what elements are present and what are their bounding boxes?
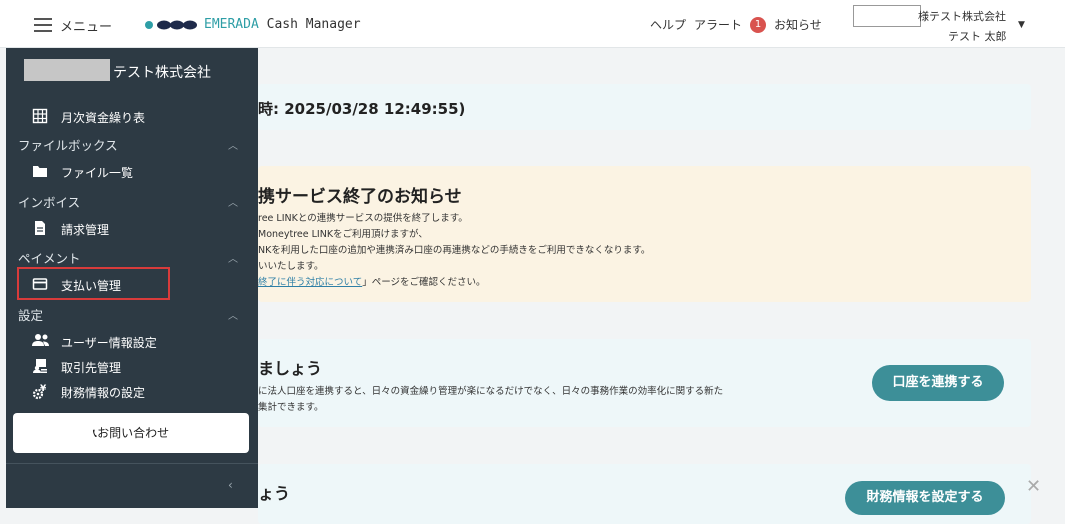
contact-button[interactable]: 📞︎お問い合わせ: [13, 413, 249, 453]
link-account-card: ましょう に法人口座を連携すると、日々の資金繰り管理が楽になるだけでなく、日々の…: [258, 339, 1031, 427]
brand-secondary: Cash Manager: [266, 17, 361, 32]
sidebar-item-label: 支払い管理: [61, 279, 122, 293]
users-icon: [32, 334, 49, 346]
finance-settings-icon: ¥: [32, 384, 47, 400]
link-account-button[interactable]: 口座を連携する: [872, 365, 1004, 401]
alert-link[interactable]: アラート: [694, 16, 742, 33]
sidebar-item-label: ファイル一覧: [61, 166, 134, 180]
document-icon: [35, 221, 45, 235]
sidebar-section-invoice[interactable]: インボイス: [18, 192, 80, 211]
chevron-up-icon[interactable]: ︿: [228, 194, 238, 209]
contact-label: お問い合わせ: [97, 426, 170, 440]
notice-line: いいたします。: [258, 261, 324, 272]
notice-title: 携サービス終了のお知らせ: [258, 187, 462, 207]
brand-primary: EMERADA: [204, 17, 259, 32]
update-time-text: 時: 2025/03/28 12:49:55): [258, 100, 466, 118]
card-icon: [32, 278, 48, 290]
notice-link-suffix: 」ページをご確認ください。: [362, 277, 486, 288]
folder-icon: [33, 166, 47, 177]
notice-line: NKを利用した口座の追加や連携済み口座の再連携などの手続きをご利用できなくなりま…: [258, 245, 651, 256]
sidebar-menu: テスト株式会社 月次資金繰り表 ファイルボックス ︿ ファイル一覧 インボイス …: [6, 48, 258, 508]
update-time-card: 時: 2025/03/28 12:49:55): [258, 84, 1031, 130]
hamburger-menu-icon[interactable]: [34, 18, 52, 32]
finance-settings-card: ょう 財務情報を設定する: [258, 464, 1031, 524]
top-header: メニュー EMERADA Cash Manager ヘルプ アラート 1 お知ら…: [0, 0, 1065, 48]
chevron-up-icon[interactable]: ︿: [228, 307, 238, 322]
notice-line: Moneytree LINKをご利用頂けますが、: [258, 229, 428, 240]
header-nav: ヘルプ アラート 1 お知らせ: [650, 16, 822, 33]
user-name[interactable]: テスト 太郎: [948, 28, 1007, 44]
brand-logo-icon: [145, 20, 197, 30]
table-icon: [32, 108, 48, 124]
brand-name[interactable]: EMERADA Cash Manager: [204, 17, 361, 32]
sidebar-item-file-list[interactable]: ファイル一覧: [6, 161, 258, 183]
sidebar-item-label: ユーザー情報設定: [61, 336, 157, 350]
main-content: 時: 2025/03/28 12:49:55) 携サービス終了のお知らせ ree…: [258, 48, 1065, 524]
sidebar-item-finance-settings[interactable]: ¥ 財務情報の設定: [6, 381, 258, 403]
finance-title: ょう: [258, 484, 291, 503]
collapse-sidebar-icon[interactable]: ‹: [228, 478, 233, 492]
notice-link[interactable]: お知らせ: [774, 16, 822, 33]
sidebar-section-filebox[interactable]: ファイルボックス: [18, 135, 118, 154]
client-icon: [33, 359, 47, 373]
redacted-block: [24, 59, 110, 81]
chevron-up-icon[interactable]: ︿: [228, 137, 238, 152]
sidebar-item-payment-management[interactable]: 支払い管理: [6, 274, 258, 296]
help-link[interactable]: ヘルプ: [650, 16, 686, 33]
sidebar-item-label: 取引先管理: [61, 361, 122, 375]
user-dropdown-icon[interactable]: ▼: [1018, 20, 1025, 30]
sidebar-item-monthly-cashflow[interactable]: 月次資金繰り表: [6, 106, 258, 128]
notice-link-line: 終了に伴う対応について」ページをご確認ください。: [258, 274, 486, 288]
link-account-desc: 集計できます。: [258, 402, 324, 413]
sidebar-section-settings[interactable]: 設定: [18, 305, 43, 324]
sidebar-item-client-management[interactable]: 取引先管理: [6, 356, 258, 378]
sidebar-company-header: テスト株式会社: [6, 48, 258, 98]
company-name: 様テスト株式会社: [918, 10, 1006, 23]
close-icon[interactable]: ✕: [1026, 476, 1041, 497]
finance-settings-button[interactable]: 財務情報を設定する: [845, 481, 1005, 515]
notice-line: ree LINKとの連携サービスの提供を終了します。: [258, 213, 468, 224]
link-account-desc: に法人口座を連携すると、日々の資金繰り管理が楽になるだけでなく、日々の事務作業の…: [258, 386, 724, 397]
chevron-up-icon[interactable]: ︿: [228, 250, 238, 265]
alert-count-badge: 1: [750, 16, 767, 33]
link-account-title: ましょう: [258, 359, 323, 378]
sidebar-company-name: テスト株式会社: [113, 65, 211, 81]
redacted-company-box: [853, 5, 921, 27]
service-end-notice-card: 携サービス終了のお知らせ ree LINKとの連携サービスの提供を終了します。 …: [258, 166, 1031, 302]
sidebar-divider: [6, 463, 258, 464]
sidebar-item-user-settings[interactable]: ユーザー情報設定: [6, 331, 258, 353]
service-end-link[interactable]: 終了に伴う対応について: [258, 277, 362, 288]
sidebar-item-label: 月次資金繰り表: [61, 111, 146, 125]
sidebar-item-label: 請求管理: [61, 223, 110, 237]
sidebar-section-payment[interactable]: ペイメント: [18, 248, 81, 267]
sidebar-item-billing[interactable]: 請求管理: [6, 218, 258, 240]
menu-label[interactable]: メニュー: [60, 16, 112, 35]
sidebar-item-label: 財務情報の設定: [61, 386, 146, 400]
